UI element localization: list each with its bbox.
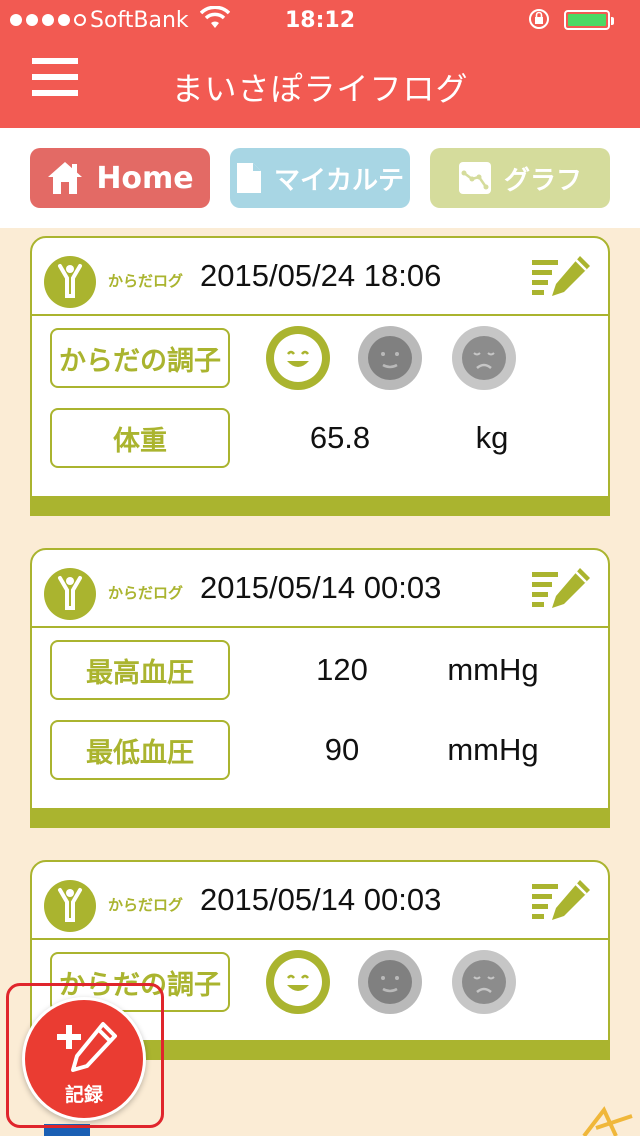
edit-pencil-icon[interactable]: [530, 252, 592, 302]
record-button[interactable]: 記録: [22, 997, 146, 1121]
card-header: からだログ 2015/05/14 00:03: [32, 550, 608, 628]
status-bar: SoftBank 18:12: [0, 0, 640, 40]
good-face-icon[interactable]: [266, 326, 330, 390]
weight-label: 体重: [50, 408, 230, 468]
log-card[interactable]: からだログ 2015/05/14 00:03 最高血圧 120 mmHg 最低血…: [30, 548, 610, 828]
body-person-icon: [44, 256, 96, 308]
record-button-label: 記録: [64, 1084, 103, 1106]
line-chart-icon: [458, 162, 491, 194]
systolic-unit: mmHg: [447, 652, 539, 687]
page-title: まいさぽライフログ: [171, 70, 469, 108]
tab-home[interactable]: Home: [30, 148, 210, 208]
card-bottom-bar: [32, 496, 608, 514]
tab-bar: Home マイカルテ グラフ: [0, 128, 640, 228]
diastolic-unit: mmHg: [447, 732, 539, 767]
bad-face-icon[interactable]: [452, 326, 516, 390]
card-kind: からだログ: [108, 272, 184, 290]
tab-home-label: Home: [96, 160, 194, 196]
bad-face-icon[interactable]: [452, 950, 516, 1014]
card-kind: からだログ: [108, 584, 184, 602]
systolic-label: 最高血圧: [50, 640, 230, 700]
card-datetime: 2015/05/14 00:03: [200, 882, 442, 917]
good-face-icon[interactable]: [266, 950, 330, 1014]
app-header: SoftBank 18:12 まいさぽライフログ: [0, 0, 640, 128]
neutral-face-icon[interactable]: [358, 326, 422, 390]
neutral-face-icon[interactable]: [358, 950, 422, 1014]
log-card[interactable]: からだログ 2015/05/24 18:06 からだの調子 体重 65.8 kg: [30, 236, 610, 516]
card-header: からだログ 2015/05/24 18:06: [32, 238, 608, 316]
tab-karte-label: マイカルテ: [273, 165, 404, 196]
edit-pencil-icon[interactable]: [530, 564, 592, 614]
document-icon: [236, 163, 261, 193]
systolic-value: 120: [316, 652, 368, 687]
card-kind: からだログ: [108, 896, 184, 914]
tab-graph[interactable]: グラフ: [430, 148, 610, 208]
card-bottom-bar: [32, 808, 608, 826]
body-person-icon: [44, 568, 96, 620]
tab-karte[interactable]: マイカルテ: [230, 148, 410, 208]
condition-label: からだの調子: [50, 328, 230, 388]
card-datetime: 2015/05/14 00:03: [200, 570, 442, 605]
body-person-icon: [44, 880, 96, 932]
plus-pencil-icon: [57, 1022, 117, 1072]
battery-icon: [564, 10, 614, 30]
house-icon: [48, 162, 83, 194]
diastolic-label: 最低血圧: [50, 720, 230, 780]
weight-value: 65.8: [309, 420, 371, 455]
diastolic-value: 90: [324, 732, 360, 767]
edit-pencil-icon[interactable]: [530, 876, 592, 926]
rotation-lock-icon: [529, 9, 549, 29]
card-header: からだログ 2015/05/14 00:03: [32, 862, 608, 940]
weight-unit: kg: [475, 420, 509, 455]
card-datetime: 2015/05/24 18:06: [200, 258, 442, 293]
tab-graph-label: グラフ: [503, 165, 582, 196]
corner-deco-icon: [582, 1106, 633, 1136]
